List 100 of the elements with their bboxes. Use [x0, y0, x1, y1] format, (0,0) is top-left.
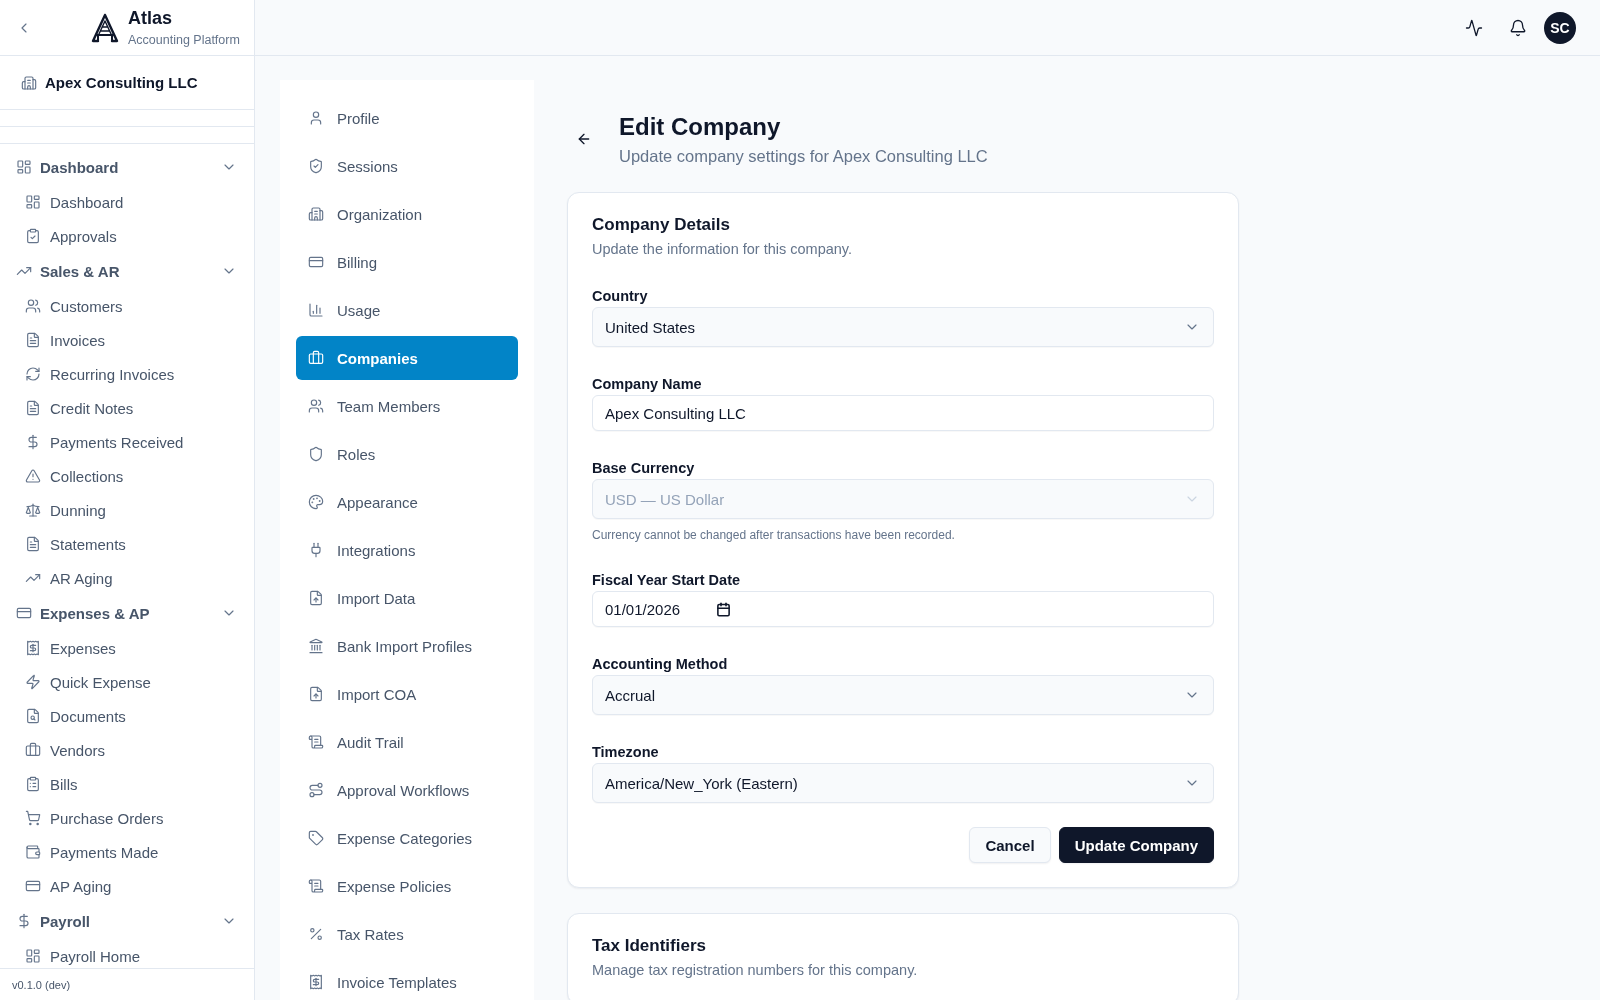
lightning-icon	[25, 674, 41, 690]
field-label: Accounting Method	[592, 655, 729, 674]
activity-icon[interactable]	[1465, 18, 1483, 37]
sidebar-group-header[interactable]: Dashboard	[0, 149, 254, 185]
notifications-bell-icon[interactable]	[1509, 18, 1527, 37]
receipt-icon	[25, 640, 41, 656]
dashboard-grid-icon	[16, 159, 32, 175]
warning-icon	[25, 468, 41, 484]
date-field[interactable]: 01/01/2026	[592, 591, 1214, 627]
field-label: Country	[592, 287, 649, 306]
settings-nav-item[interactable]: Appearance	[296, 480, 518, 524]
settings-nav-item[interactable]: Expense Policies	[296, 864, 518, 908]
sidebar-link[interactable]: Payroll Home	[0, 939, 254, 968]
settings-nav-item[interactable]: Import COA	[296, 672, 518, 716]
clipboard-check-icon	[25, 228, 41, 244]
briefcase-icon	[308, 350, 324, 366]
sidebar-link[interactable]: Invoices	[0, 323, 254, 357]
sidebar-group-header[interactable]: Expenses & AP	[0, 595, 254, 631]
clipboard-list-icon	[25, 776, 41, 792]
dropdown-field[interactable]: Accrual	[592, 675, 1214, 715]
briefcase-icon	[25, 742, 41, 758]
settings-nav-item[interactable]: Organization	[296, 192, 518, 236]
calendar-icon	[716, 601, 732, 617]
dropdown-field[interactable]: United States	[592, 307, 1214, 347]
settings-nav-item[interactable]: Usage	[296, 288, 518, 332]
field-label: Timezone	[592, 743, 660, 762]
file-upload-icon	[308, 686, 324, 702]
field-label: Fiscal Year Start Date	[592, 571, 742, 590]
bar-chart-icon	[308, 302, 324, 318]
sidebar-group-header[interactable]: Sales & AR	[0, 253, 254, 289]
sidebar-link[interactable]: AR Aging	[0, 561, 254, 595]
sidebar-link[interactable]: AP Aging	[0, 869, 254, 903]
sidebar-link[interactable]: Collections	[0, 459, 254, 493]
sidebar-link[interactable]: Vendors	[0, 733, 254, 767]
shield-icon	[308, 446, 324, 462]
settings-nav-item[interactable]: Tax Rates	[296, 912, 518, 956]
sidebar-link[interactable]: Statements	[0, 527, 254, 561]
bank-icon	[308, 638, 324, 654]
settings-nav-item[interactable]: Team Members	[296, 384, 518, 428]
scroll-icon	[308, 734, 324, 750]
text-field[interactable]: Apex Consulting LLC	[592, 395, 1214, 431]
settings-nav-item[interactable]: Profile	[296, 96, 518, 140]
cancel-button[interactable]: Cancel	[969, 827, 1051, 863]
field-label: Base Currency	[592, 459, 696, 478]
sidebar-link[interactable]: Dunning	[0, 493, 254, 527]
user-icon	[308, 110, 324, 126]
settings-nav-item[interactable]: Import Data	[296, 576, 518, 620]
dashboard-grid-icon	[25, 948, 41, 964]
sidebar-link[interactable]: Bills	[0, 767, 254, 801]
dropdown-field[interactable]: America/New_York (Eastern)	[592, 763, 1214, 803]
tag-icon	[308, 830, 324, 846]
sidebar-link[interactable]: Payments Received	[0, 425, 254, 459]
settings-nav-item[interactable]: Expense Categories	[296, 816, 518, 860]
receipt-icon	[308, 974, 324, 990]
credit-card-icon	[16, 605, 32, 621]
settings-nav-item[interactable]: Companies	[296, 336, 518, 380]
sidebar-link[interactable]: Expenses	[0, 631, 254, 665]
route-icon	[308, 782, 324, 798]
settings-nav-item[interactable]: Bank Import Profiles	[296, 624, 518, 668]
dashboard-grid-icon	[25, 194, 41, 210]
brand-name: Atlas	[128, 7, 173, 28]
users-icon	[25, 298, 41, 314]
sidebar-link[interactable]: Dashboard	[0, 185, 254, 219]
dollar-icon	[16, 913, 32, 929]
field-label: Company Name	[592, 375, 703, 394]
sidebar-group-header[interactable]: Payroll	[0, 903, 254, 939]
submit-button[interactable]: Update Company	[1058, 827, 1214, 863]
card-title: Tax Identifiers	[592, 935, 707, 957]
wallet-icon	[25, 844, 41, 860]
help-text: Currency cannot be changed after transactions have been recorded.	[592, 527, 956, 543]
organization-name: Apex Consulting LLC	[45, 74, 198, 91]
shield-check-icon	[308, 158, 324, 174]
settings-nav-item[interactable]: Integrations	[296, 528, 518, 572]
users-icon	[308, 398, 324, 414]
percent-icon	[308, 926, 324, 942]
card-description: Manage tax registration numbers for this company.	[592, 961, 919, 980]
page-subtitle: Update company settings for Apex Consulting LLC	[619, 146, 988, 167]
building-icon	[308, 206, 324, 222]
sidebar-link[interactable]: Documents	[0, 699, 254, 733]
settings-nav-item[interactable]: Billing	[296, 240, 518, 284]
brand-tagline: Accounting Platform	[128, 31, 240, 48]
scroll-icon	[308, 878, 324, 894]
sidebar-link[interactable]: Recurring Invoices	[0, 357, 254, 391]
user-avatar[interactable]: SC	[1544, 11, 1576, 44]
sidebar-link[interactable]: Credit Notes	[0, 391, 254, 425]
sidebar-link[interactable]: Purchase Orders	[0, 801, 254, 835]
card-description: Update the information for this company.	[592, 240, 854, 259]
settings-nav-item[interactable]: Audit Trail	[296, 720, 518, 764]
scale-icon	[25, 502, 41, 518]
settings-nav-item[interactable]: Approval Workflows	[296, 768, 518, 812]
credit-card-icon	[308, 254, 324, 270]
credit-card-icon	[25, 878, 41, 894]
settings-nav-item[interactable]: Roles	[296, 432, 518, 476]
sidebar-link[interactable]: Quick Expense	[0, 665, 254, 699]
sidebar-link[interactable]: Approvals	[0, 219, 254, 253]
sidebar-link[interactable]: Payments Made	[0, 835, 254, 869]
cart-icon	[25, 810, 41, 826]
settings-nav-item[interactable]: Invoice Templates	[296, 960, 518, 1000]
settings-nav-item[interactable]: Sessions	[296, 144, 518, 188]
sidebar-link[interactable]: Customers	[0, 289, 254, 323]
